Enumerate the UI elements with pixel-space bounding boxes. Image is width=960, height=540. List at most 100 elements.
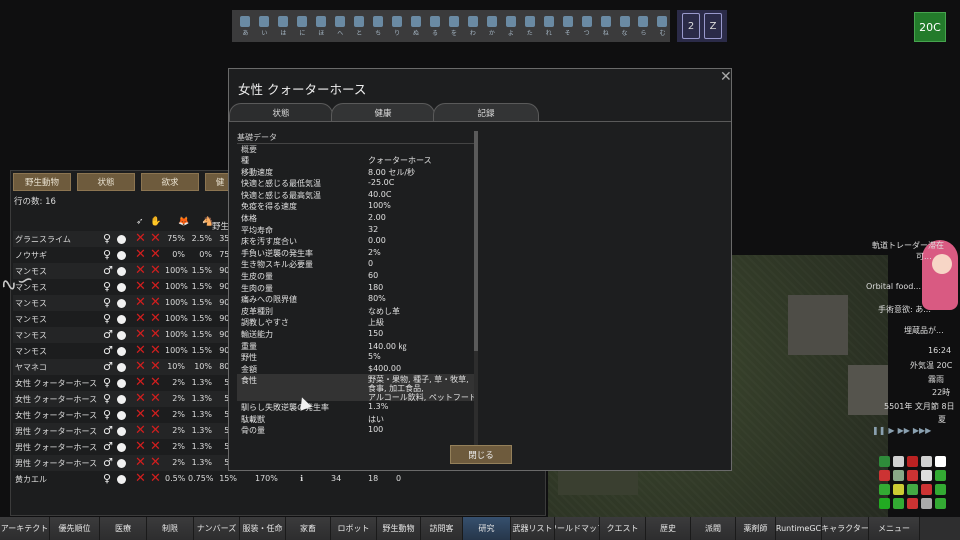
- stat-row[interactable]: 生き物スキル必要量 0: [237, 258, 474, 270]
- scrollbar-thumb[interactable]: [474, 131, 478, 351]
- animal-name[interactable]: 女性 クォーターホース: [15, 378, 97, 389]
- tab-status[interactable]: 状態: [229, 103, 333, 121]
- toggle-icon[interactable]: [893, 498, 904, 509]
- colonist-button[interactable]: に: [295, 13, 310, 39]
- main-tab-button[interactable]: 薬剤師: [736, 517, 776, 540]
- hunt-cross-icon[interactable]: ✕: [135, 327, 146, 342]
- table-row[interactable]: ノウサギ♀✕✕0%0%75%: [13, 247, 249, 263]
- colonist-button[interactable]: つ: [579, 13, 594, 39]
- tame-cross-icon[interactable]: ✕: [150, 247, 161, 262]
- hunt-icon[interactable]: ➶: [136, 217, 144, 227]
- main-tab-button[interactable]: 医療: [100, 517, 147, 540]
- stat-row[interactable]: 体格 2.00: [237, 212, 474, 224]
- top-extra-2[interactable]: Z: [704, 13, 722, 39]
- alert-buried[interactable]: 埋蔵品が...: [904, 325, 944, 336]
- table-row[interactable]: 女性 クォーターホース♀✕✕2%1.3%5%: [13, 391, 249, 407]
- colonist-button[interactable]: と: [352, 13, 367, 39]
- table-row[interactable]: マンモス♀✕✕100%1.5%90%: [13, 279, 249, 295]
- hunt-cross-icon[interactable]: ✕: [135, 263, 146, 278]
- status-dot-icon[interactable]: [117, 443, 126, 452]
- tab-log[interactable]: 記録: [433, 103, 539, 121]
- animal-name[interactable]: マンモス: [15, 314, 47, 325]
- colonist-button[interactable]: な: [617, 13, 632, 39]
- hunt-cross-icon[interactable]: ✕: [135, 295, 146, 310]
- hunt-cross-icon[interactable]: ✕: [135, 391, 146, 406]
- tame-cross-icon[interactable]: ✕: [150, 375, 161, 390]
- table-row[interactable]: マンモス♂✕✕100%1.5%90%: [13, 327, 249, 343]
- table-row[interactable]: マンモス♀✕✕100%1.5%90%: [13, 311, 249, 327]
- status-dot-icon[interactable]: [117, 251, 126, 260]
- toggle-icon[interactable]: [893, 470, 904, 481]
- status-dot-icon[interactable]: [117, 235, 126, 244]
- status-dot-icon[interactable]: [117, 459, 126, 468]
- top-extra-1[interactable]: 2: [682, 13, 700, 39]
- toggle-icon[interactable]: [935, 456, 946, 467]
- hunt-cross-icon[interactable]: ✕: [135, 279, 146, 294]
- animal-name[interactable]: マンモス: [15, 330, 47, 341]
- colonist-button[interactable]: い: [257, 13, 272, 39]
- stat-row[interactable]: 床を汚す度合い 0.00: [237, 235, 474, 247]
- tame-cross-icon[interactable]: ✕: [150, 423, 161, 438]
- toggle-icon[interactable]: [935, 484, 946, 495]
- stat-row-diet[interactable]: 食性 野菜・果物, 種子, 草・牧草, 食事, 加工食品, アルコール飲料, ペ…: [237, 374, 477, 402]
- table-row[interactable]: マンモス♀✕✕100%1.5%90%: [13, 295, 249, 311]
- status-dot-icon[interactable]: [117, 379, 126, 388]
- table-row[interactable]: 女性 クォーターホース♀✕✕2%1.3%5%: [13, 375, 249, 391]
- alert-trader[interactable]: 軌道トレーダー滞在: [872, 240, 944, 251]
- stat-row[interactable]: 快適と感じる最高気温 40.0C: [237, 189, 474, 201]
- main-tab-button[interactable]: 研究: [463, 517, 511, 540]
- stat-row[interactable]: 生皮の量 60: [237, 270, 474, 282]
- alert-surgery[interactable]: 手術意欲: あ...: [878, 304, 931, 315]
- main-tab-button[interactable]: 歴史: [646, 517, 691, 540]
- tame-cross-icon[interactable]: ✕: [150, 231, 161, 246]
- table-row[interactable]: グラニスライム♀✕✕75%2.5%35%: [13, 231, 249, 247]
- animal-name[interactable]: マンモス: [15, 346, 47, 357]
- animal-name[interactable]: 男性 クォーターホース: [15, 458, 97, 469]
- tab-health[interactable]: 健康: [331, 103, 435, 121]
- tab-status[interactable]: 状態: [77, 173, 135, 191]
- animal-name[interactable]: グラニスライム: [15, 234, 71, 245]
- colonist-button[interactable]: あ: [238, 13, 253, 39]
- main-tab-button[interactable]: メニュー: [869, 517, 920, 540]
- dialog-scrollbar[interactable]: [474, 131, 478, 449]
- colonist-button[interactable]: ら: [636, 13, 651, 39]
- stat-row[interactable]: 輸送能力 150: [237, 328, 474, 340]
- stat-row[interactable]: 痛みへの限界値 80%: [237, 293, 474, 305]
- animal-name[interactable]: 黄カエル: [15, 474, 47, 485]
- play-icon[interactable]: ▶: [888, 426, 894, 435]
- toggle-icon[interactable]: [879, 484, 890, 495]
- stat-row[interactable]: 種 クォーターホース: [237, 154, 474, 166]
- main-tab-button[interactable]: ナンバーズ: [194, 517, 240, 540]
- colonist-button[interactable]: り: [390, 13, 405, 39]
- colonist-button[interactable]: わ: [465, 13, 480, 39]
- table-row[interactable]: ヤマネコ♂✕✕10%10%80%: [13, 359, 249, 375]
- tame-cross-icon[interactable]: ✕: [150, 439, 161, 454]
- tame-cross-icon[interactable]: ✕: [150, 455, 161, 470]
- toggle-icon[interactable]: [921, 498, 932, 509]
- hunt-cross-icon[interactable]: ✕: [135, 231, 146, 246]
- colonist-bar[interactable]: あいはにほへとちりぬるをわかよたれそつねならむ: [232, 10, 670, 42]
- toggle-icon[interactable]: [921, 456, 932, 467]
- colonist-button[interactable]: た: [522, 13, 537, 39]
- table-row[interactable]: 男性 クォーターホース♂✕✕2%1.3%5%: [13, 423, 249, 439]
- status-dot-icon[interactable]: [117, 283, 126, 292]
- tab-needs[interactable]: 欲求: [141, 173, 199, 191]
- fox-icon[interactable]: 🦊: [178, 217, 189, 227]
- alert-trader-2[interactable]: 可...: [916, 251, 932, 262]
- tame-cross-icon[interactable]: ✕: [150, 391, 161, 406]
- stat-row[interactable]: 調教しやすさ 上級: [237, 316, 474, 328]
- toggle-icon[interactable]: [935, 498, 946, 509]
- stat-row[interactable]: 快適と感じる最低気温 -25.0C: [237, 177, 474, 189]
- hunt-cross-icon[interactable]: ✕: [135, 247, 146, 262]
- toggle-icon[interactable]: [921, 470, 932, 481]
- tame-cross-icon[interactable]: ✕: [150, 295, 161, 310]
- tame-cross-icon[interactable]: ✕: [150, 407, 161, 422]
- alert-orbital[interactable]: Orbital food...: [866, 282, 921, 291]
- colonist-button[interactable]: か: [484, 13, 499, 39]
- table-row[interactable]: 男性 クォーターホース♂✕✕2%1.3%5%: [13, 439, 249, 455]
- status-dot-icon[interactable]: [117, 395, 126, 404]
- colonist-button[interactable]: る: [428, 13, 443, 39]
- toggle-icon[interactable]: [907, 470, 918, 481]
- main-tab-button[interactable]: 武器リスト: [511, 517, 555, 540]
- colonist-button[interactable]: を: [446, 13, 461, 39]
